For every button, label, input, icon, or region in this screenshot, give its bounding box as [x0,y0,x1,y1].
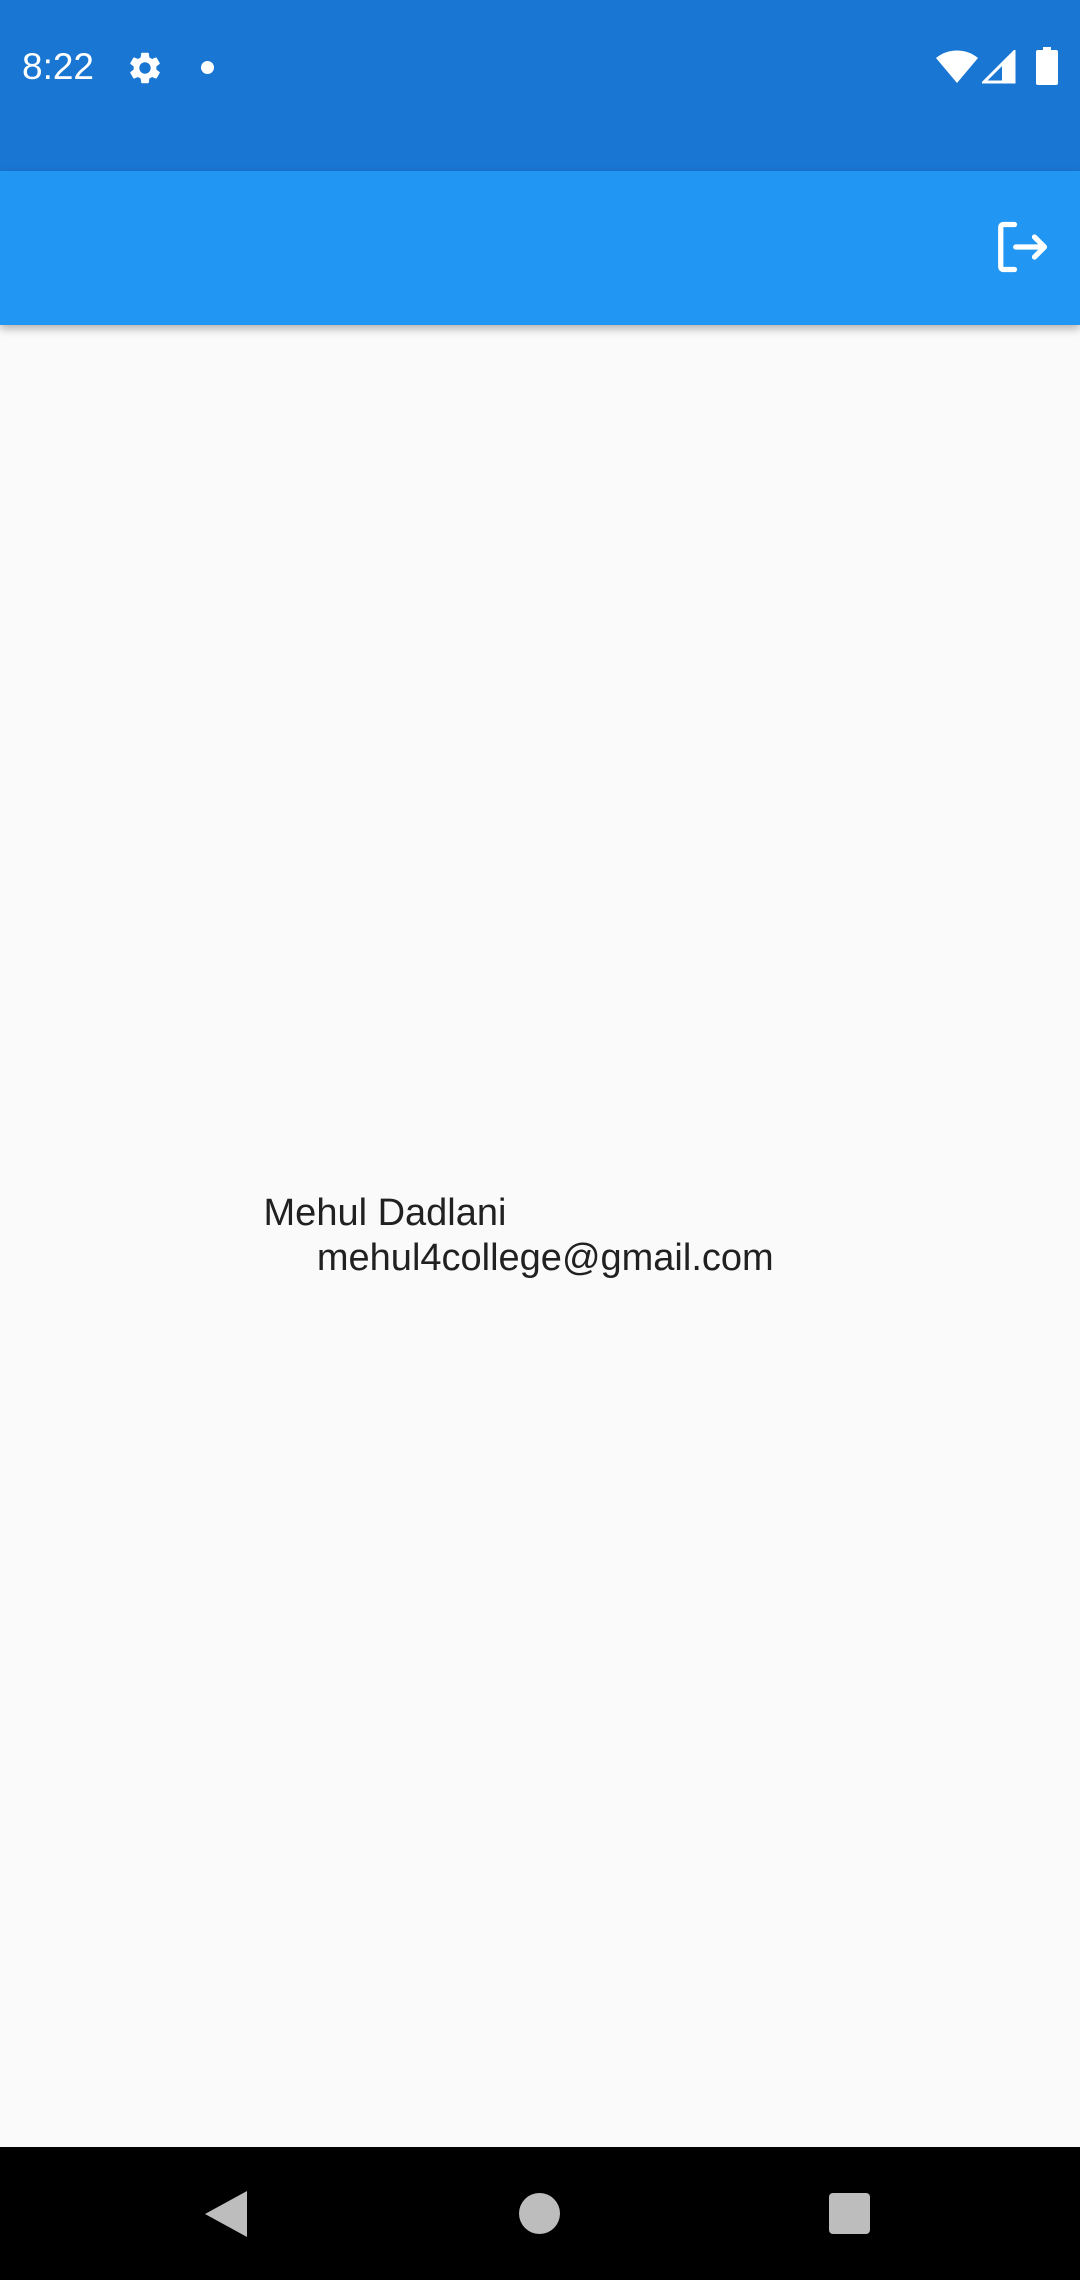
back-icon[interactable] [203,2189,247,2239]
logout-button[interactable] [990,215,1054,279]
navigation-bar [0,2147,1080,2280]
main-content: Mehul Dadlani mehul4college@gmail.com [0,325,1080,2147]
status-bar: 8:22 [0,0,1080,171]
status-time: 8:22 [22,46,95,87]
user-email: mehul4college@gmail.com [306,1237,774,1279]
app-bar [0,171,1080,325]
logout-icon [998,221,1048,273]
wifi-icon [936,50,978,83]
recents-icon[interactable] [829,2193,870,2234]
user-info: Mehul Dadlani mehul4college@gmail.com [0,1191,1080,1281]
battery-icon [1036,47,1058,85]
home-icon[interactable] [519,2193,560,2234]
notification-dot-icon [201,61,214,74]
cell-signal-icon [982,50,1016,84]
user-name: Mehul Dadlani [263,1192,507,1234]
gear-icon [130,52,160,84]
